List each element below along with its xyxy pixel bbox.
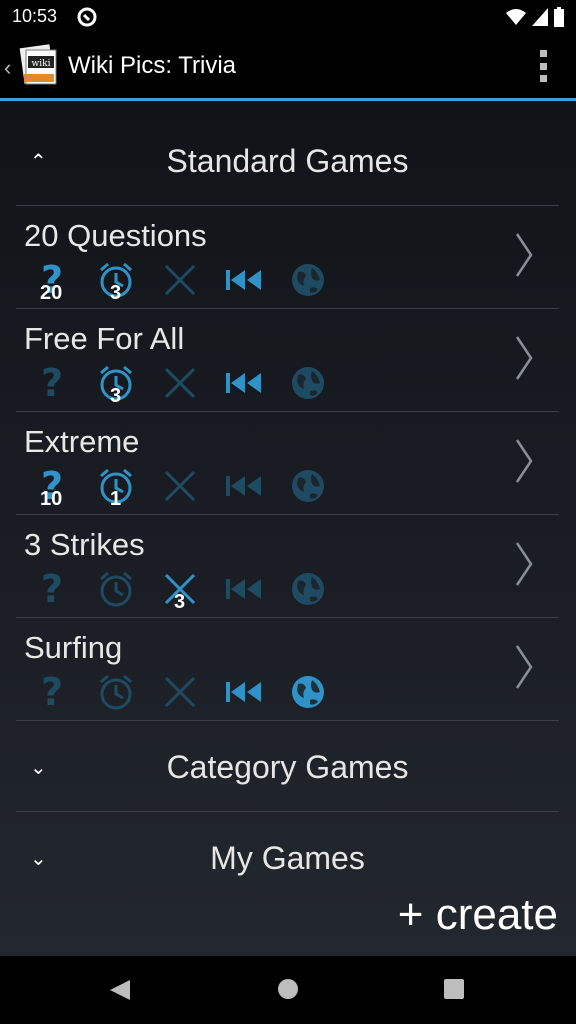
globe-icon <box>288 672 328 712</box>
section-title: Category Games <box>166 748 409 785</box>
globe-icon <box>288 466 328 506</box>
game-row[interactable]: 3 Strikes? 3 <box>16 515 559 617</box>
game-name: 20 Questions <box>24 218 207 253</box>
app-bar: ‹ wiki Wiki Pics: Trivia <box>0 34 576 98</box>
question-icon: ? <box>32 569 72 609</box>
navigation-bar <box>0 956 576 1024</box>
game-name: Free For All <box>24 321 185 356</box>
section-header-category[interactable]: ⌄ Category Games <box>16 717 559 817</box>
globe-icon <box>288 569 328 609</box>
chevron-right-icon[interactable] <box>513 644 535 690</box>
game-name: 3 Strikes <box>24 527 145 562</box>
svg-text:?: ? <box>41 363 63 403</box>
strike-x-icon <box>160 672 200 712</box>
game-row[interactable]: Free For All? 3 <box>16 309 559 411</box>
game-row[interactable]: Extreme? 10 1 <box>16 412 559 514</box>
nav-back-icon[interactable] <box>108 978 132 1002</box>
svg-text:?: ? <box>41 569 63 609</box>
svg-text:wiki: wiki <box>32 59 51 69</box>
alarm-clock-icon <box>96 672 136 712</box>
create-button[interactable]: + create <box>398 890 558 940</box>
notification-icon <box>77 7 97 27</box>
x-count-badge: 3 <box>174 591 186 613</box>
section-title: Standard Games <box>166 142 409 179</box>
globe-icon <box>288 363 328 403</box>
globe-icon <box>288 260 328 300</box>
chevron-up-icon: ⌃ <box>30 150 47 173</box>
chevron-right-icon[interactable] <box>513 541 535 587</box>
strike-x-icon <box>160 466 200 506</box>
chevron-right-icon[interactable] <box>513 335 535 381</box>
game-list: ⌃ Standard Games 20 Questions? 20 3 Free Fo… <box>0 101 576 956</box>
rewind-icon <box>224 260 264 300</box>
section-title: My Games <box>210 839 365 876</box>
status-time: 10:53 <box>12 6 58 26</box>
chevron-down-icon: ⌄ <box>30 847 47 870</box>
strike-x-icon <box>160 363 200 403</box>
rewind-icon <box>224 672 264 712</box>
rewind-icon <box>224 466 264 506</box>
clock-count-badge: 3 <box>110 282 122 304</box>
game-row[interactable]: Surfing? <box>16 618 559 720</box>
strike-x-icon <box>160 260 200 300</box>
question-icon: ? <box>32 363 72 403</box>
section-header-standard[interactable]: ⌃ Standard Games <box>16 111 559 211</box>
game-name: Extreme <box>24 424 140 459</box>
question-icon: ? <box>32 672 72 712</box>
q-count-badge: 10 <box>40 488 63 510</box>
chevron-right-icon[interactable] <box>513 232 535 278</box>
status-bar: 10:53 <box>0 0 576 34</box>
signal-icon <box>532 8 548 26</box>
rewind-icon <box>224 569 264 609</box>
app-logo-icon[interactable]: wiki <box>18 44 60 88</box>
rewind-icon <box>224 363 264 403</box>
overflow-menu-icon[interactable] <box>536 50 550 82</box>
svg-text:?: ? <box>41 672 63 712</box>
q-count-badge: 20 <box>40 282 63 304</box>
app-title: Wiki Pics: Trivia <box>68 52 236 79</box>
alarm-clock-icon <box>96 569 136 609</box>
game-row[interactable]: 20 Questions? 20 3 <box>16 206 559 308</box>
chevron-right-icon[interactable] <box>513 438 535 484</box>
nav-recents-icon[interactable] <box>443 978 465 1000</box>
nav-home-icon[interactable] <box>277 978 299 1000</box>
clock-count-badge: 1 <box>110 488 122 510</box>
wifi-icon <box>506 9 526 25</box>
chevron-down-icon: ⌄ <box>30 756 47 779</box>
back-chevron-icon[interactable]: ‹ <box>4 55 11 81</box>
clock-count-badge: 3 <box>110 385 122 407</box>
battery-icon <box>554 7 564 27</box>
game-name: Surfing <box>24 630 123 665</box>
